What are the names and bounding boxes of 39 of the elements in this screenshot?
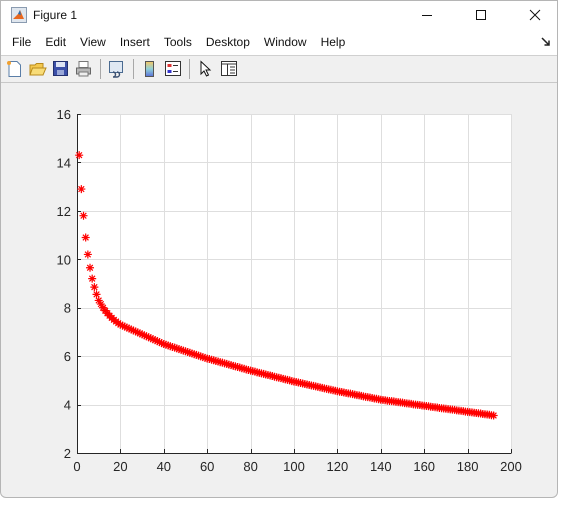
- tick-label: 14: [56, 155, 71, 170]
- tick-label: 80: [243, 459, 258, 474]
- tick-label: 4: [64, 398, 71, 413]
- tick-label: 60: [200, 459, 214, 474]
- new-file-icon[interactable]: [6, 60, 24, 78]
- menu-item[interactable]: File: [5, 35, 38, 49]
- tick-label: 20: [113, 459, 128, 474]
- tick-label: 200: [500, 459, 522, 474]
- menu-item[interactable]: Help: [314, 35, 352, 49]
- menu-item[interactable]: Tools: [156, 35, 199, 49]
- save-icon[interactable]: [52, 60, 70, 78]
- tick-label: 160: [413, 459, 436, 474]
- tick-label: 40: [156, 459, 172, 474]
- maximize-icon[interactable]: [475, 9, 487, 21]
- tick-label: 100: [283, 459, 305, 474]
- menu-item[interactable]: Window: [256, 35, 314, 49]
- app-icon[interactable]: [11, 7, 27, 23]
- tick-label: 180: [456, 459, 478, 474]
- printer-icon[interactable]: [75, 60, 93, 78]
- close-icon[interactable]: [529, 9, 541, 21]
- tick-label: 16: [56, 107, 71, 122]
- property-panel-icon[interactable]: [220, 60, 238, 78]
- window-title: Figure 1: [33, 8, 78, 22]
- dock-arrow-icon[interactable]: [541, 37, 551, 47]
- tick-label: 6: [64, 349, 71, 364]
- tick-label: 0: [73, 459, 81, 474]
- menu-item[interactable]: Edit: [38, 35, 74, 49]
- tick-label: 10: [56, 252, 71, 268]
- linked-plot-icon[interactable]: [108, 60, 126, 78]
- folder-icon[interactable]: [29, 60, 47, 78]
- tick-label: 12: [56, 204, 71, 219]
- tick-label: 120: [326, 459, 348, 474]
- menu-item[interactable]: View: [73, 35, 113, 49]
- tick-label: 140: [370, 459, 392, 474]
- menu-item[interactable]: Desktop: [198, 35, 257, 49]
- tick-label: 2: [64, 446, 71, 461]
- tick-label: 8: [64, 300, 71, 316]
- menu-item[interactable]: Insert: [112, 35, 157, 49]
- legend-icon[interactable]: [164, 60, 182, 78]
